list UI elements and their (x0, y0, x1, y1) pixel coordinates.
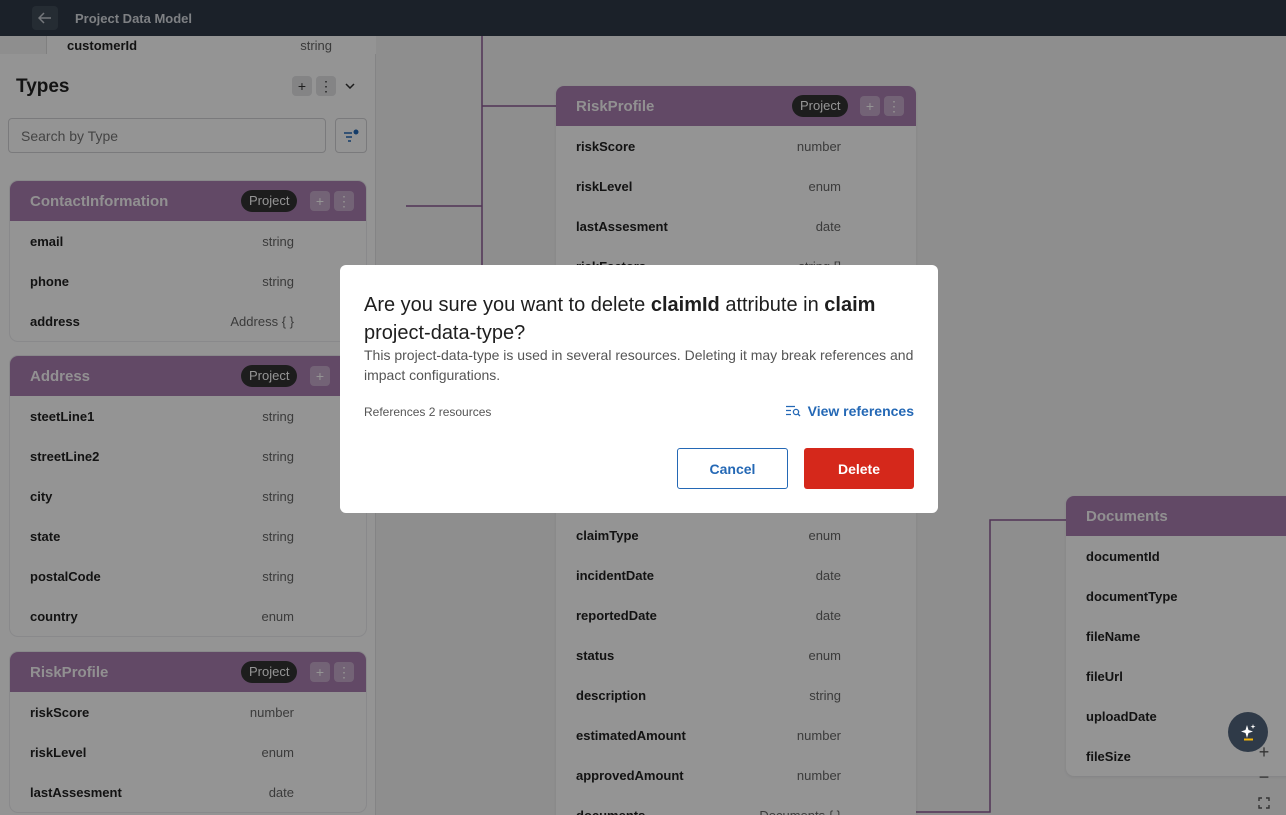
cancel-button[interactable]: Cancel (677, 448, 788, 489)
delete-button[interactable]: Delete (804, 448, 914, 489)
search-list-icon (785, 405, 801, 417)
references-count: References 2 resources (364, 405, 492, 419)
view-references-label: View references (807, 403, 914, 419)
title-prefix: Are you sure you want to delete (364, 294, 651, 316)
delete-confirm-dialog: Are you sure you want to delete claimId … (340, 265, 938, 513)
attribute-name: claimId (650, 294, 720, 316)
title-suffix: project-data-type? (364, 322, 526, 344)
dialog-title: Are you sure you want to delete claimId … (364, 291, 924, 347)
view-references-link[interactable]: View references (785, 403, 914, 419)
dialog-description: This project-data-type is used in severa… (364, 347, 914, 383)
sparkle-icon (1241, 724, 1256, 741)
fit-view-button[interactable] (1255, 794, 1273, 812)
zoom-in-button[interactable]: + (1255, 742, 1273, 762)
type-name: claim (824, 294, 876, 316)
title-middle: attribute in (719, 294, 825, 316)
zoom-out-button[interactable]: − (1255, 767, 1273, 787)
fullscreen-icon (1258, 797, 1270, 809)
